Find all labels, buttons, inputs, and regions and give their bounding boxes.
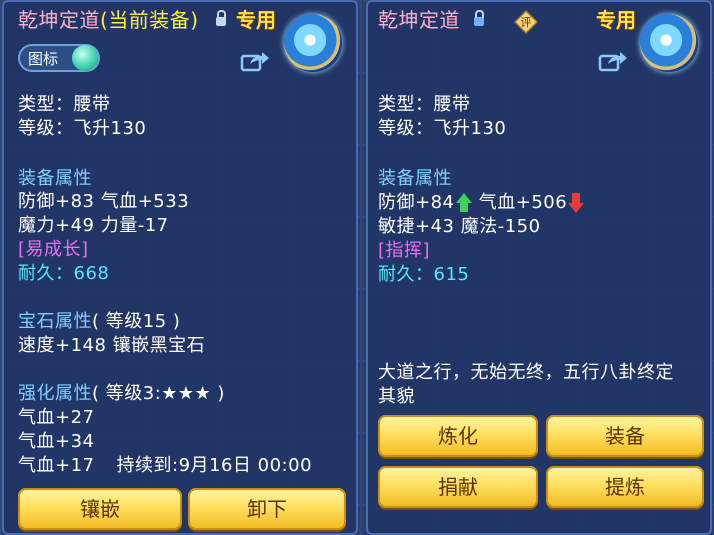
icon-toggle-label: 图标 [28, 50, 59, 68]
enhance-line-3: 气血+17 持续到:9月16日 00:00 [18, 455, 312, 477]
attr-line-2: 魔力+49 力量-17 [18, 215, 169, 236]
attr-line-1: 防御+83 气血+533 [18, 191, 190, 212]
equipped-tag: (当前装备) [100, 8, 199, 32]
durability-value: 615 [433, 264, 470, 285]
item-description-line-1: 大道之行，无始无终，五行八卦终定 [378, 362, 674, 383]
lock-icon[interactable] [474, 10, 484, 26]
review-label: 评 [521, 16, 532, 29]
exclusive-emblem-icon [640, 14, 698, 72]
equip-attrs-heading: 装备属性 [378, 168, 452, 189]
enhance-line-3-value: 气血+17 [18, 455, 95, 476]
durability: 耐久：668 [18, 263, 109, 285]
item-title: 乾坤定道(当前装备) [18, 9, 199, 31]
item-level: 等级：飞升130 [18, 118, 147, 139]
share-icon[interactable] [240, 50, 270, 72]
arrow-up-icon [455, 192, 473, 214]
gem-heading: 宝石属性 [18, 311, 92, 332]
equipped-item-panel: 乾坤定道(当前装备) 专用 图标 类型：腰带 等级：飞升130 装备属性 防御+… [2, 0, 358, 535]
exclusive-emblem-icon [284, 14, 342, 72]
equip-button[interactable]: 装备 [546, 415, 704, 457]
enhance-duration: 持续到:9月16日 00:00 [116, 455, 313, 476]
durability-label: 耐久： [18, 263, 74, 284]
review-badge-icon[interactable]: 评 [514, 10, 538, 34]
compare-item-panel: 乾坤定道 评 专用 类型：腰带 等级：飞升130 装备属性 防御+84 气血+5… [366, 0, 712, 535]
exclusive-label: 专用 [236, 8, 276, 32]
special-effect: [易成长] [18, 239, 89, 260]
special-effect: [指挥] [378, 240, 431, 261]
item-description-line-2: 其貌 [378, 386, 415, 407]
toggle-knob [72, 45, 98, 71]
item-title: 乾坤定道 [378, 8, 460, 32]
gem-level: ( 等级15 ) [92, 311, 181, 332]
attr-line-2: 敏捷+43 魔法-150 [378, 216, 541, 237]
enhance-attrs: 强化属性( 等级3:★★★ ) [18, 383, 225, 405]
attr-line-1: 防御+84 气血+506 [378, 192, 585, 214]
item-level: 等级：飞升130 [378, 118, 507, 139]
durability-value: 668 [73, 263, 110, 284]
durability: 耐久：615 [378, 264, 469, 286]
inlay-button[interactable]: 镶嵌 [18, 488, 182, 530]
enhance-line-2: 气血+34 [18, 431, 95, 452]
unequip-button[interactable]: 卸下 [188, 488, 346, 530]
donate-button[interactable]: 捐献 [378, 466, 538, 508]
item-name: 乾坤定道 [18, 8, 100, 32]
enhance-level: ( 等级3:★★★ ) [92, 383, 225, 404]
gem-attrs: 宝石属性( 等级15 ) [18, 311, 180, 333]
item-type: 类型：腰带 [18, 94, 111, 115]
icon-toggle[interactable]: 图标 [18, 44, 100, 72]
refine-button[interactable]: 炼化 [378, 415, 538, 457]
gem-line: 速度+148 镶嵌黑宝石 [18, 335, 206, 356]
enhance-heading: 强化属性 [18, 383, 92, 404]
exclusive-label: 专用 [596, 8, 636, 32]
item-type: 类型：腰带 [378, 94, 471, 115]
equip-attrs-heading: 装备属性 [18, 168, 92, 189]
unlock-icon[interactable] [216, 10, 226, 26]
attr-hp: 气血+506 [478, 192, 568, 213]
share-icon[interactable] [598, 50, 628, 72]
enhance-line-1: 气血+27 [18, 407, 95, 428]
arrow-down-icon [567, 192, 585, 214]
durability-label: 耐久： [378, 264, 434, 285]
extract-button[interactable]: 提炼 [546, 466, 704, 508]
attr-defense: 防御+84 [378, 192, 455, 213]
